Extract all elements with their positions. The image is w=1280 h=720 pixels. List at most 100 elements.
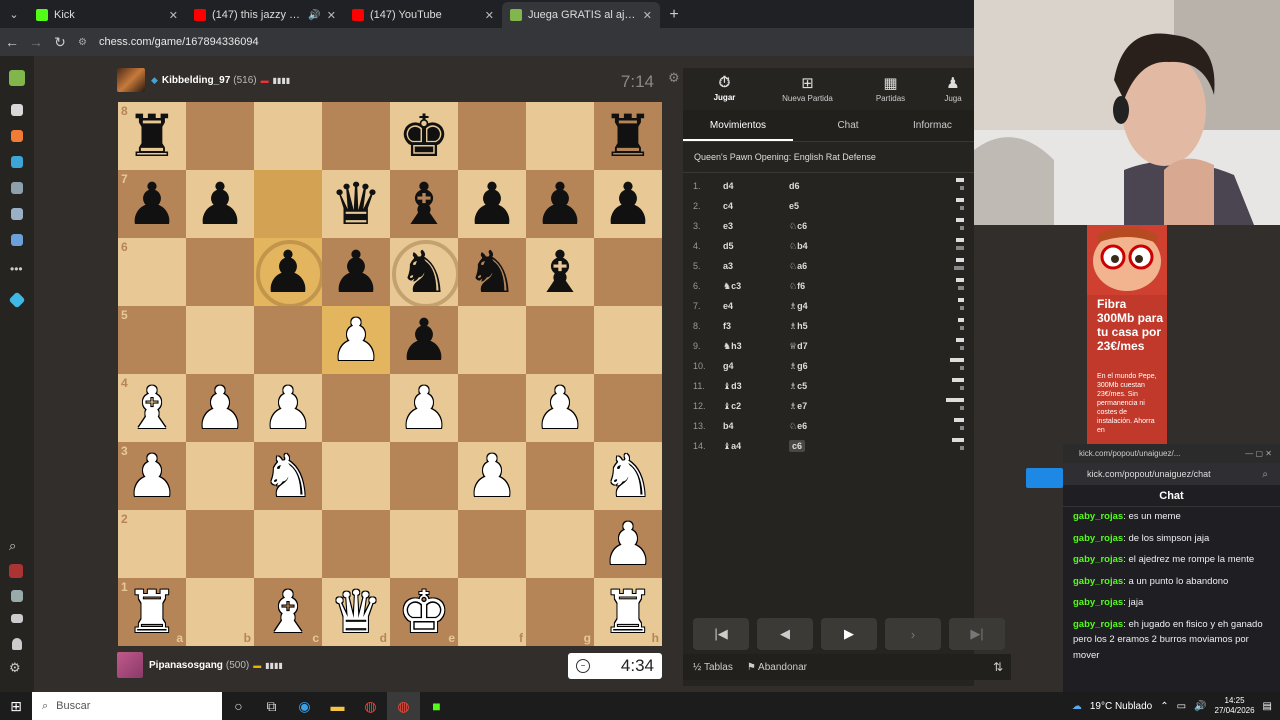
square-d7[interactable]: ♛ (322, 170, 390, 238)
square-e4[interactable]: ♟ (390, 374, 458, 442)
square-e1[interactable]: e ♚ (390, 578, 458, 646)
watch-icon[interactable] (11, 182, 23, 194)
square-a4[interactable]: 4 ♝ (118, 374, 186, 442)
white-bishop-icon[interactable]: ♝ (262, 583, 314, 641)
white-knight-icon[interactable]: ♞ (602, 447, 654, 505)
black-pawn-icon[interactable]: ♟ (466, 175, 518, 233)
white-move[interactable]: e3 (723, 221, 789, 231)
white-move[interactable]: a3 (723, 261, 789, 271)
black-move[interactable]: ♗g4 (789, 301, 849, 312)
resign-button[interactable]: ⚑ Abandonar (747, 662, 807, 673)
square-b6[interactable] (186, 238, 254, 306)
white-queen-icon[interactable]: ♛ (330, 583, 382, 641)
square-b4[interactable]: ♟ (186, 374, 254, 442)
browser-tab-chess[interactable]: Juega GRATIS al ajedrez online ✕ (502, 2, 660, 28)
square-b8[interactable] (186, 102, 254, 170)
square-e7[interactable]: ♝ (390, 170, 458, 238)
window-controls[interactable]: — ▢ ✕ (1245, 449, 1272, 458)
next-move-button[interactable]: ▶ (821, 618, 877, 650)
black-move[interactable]: ♘e6 (789, 421, 849, 432)
white-move[interactable]: c4 (723, 201, 789, 211)
kick-app-icon[interactable]: ■ (420, 692, 453, 720)
black-pawn-icon[interactable]: ♟ (534, 175, 586, 233)
white-move[interactable]: d5 (723, 241, 789, 251)
chess-logo-icon[interactable] (9, 70, 25, 86)
chevron-up-icon[interactable]: ⌃ (1160, 701, 1168, 712)
volume-icon[interactable]: 🔊 (1194, 701, 1206, 712)
speaker-icon[interactable]: 🔊 (308, 10, 320, 21)
square-a3[interactable]: 3 ♟ (118, 442, 186, 510)
black-move[interactable]: ♕d7 (789, 341, 849, 352)
tab-players[interactable]: ♟ Juga (932, 68, 974, 110)
white-pawn-icon[interactable]: ♟ (262, 379, 314, 437)
white-move[interactable]: f3 (723, 321, 789, 331)
play-icon[interactable] (11, 104, 23, 116)
diamond-icon[interactable] (8, 291, 26, 309)
white-bishop-icon[interactable]: ♝ (126, 379, 178, 437)
square-a1[interactable]: 1 a ♜ (118, 578, 186, 646)
edge-icon[interactable]: ◉ (288, 692, 321, 720)
board-settings-icon[interactable]: ⚙ (668, 70, 680, 86)
black-move[interactable]: ♗h5 (789, 321, 849, 332)
black-pawn-icon[interactable]: ♟ (262, 243, 314, 301)
square-a6[interactable]: 6 (118, 238, 186, 306)
network-icon[interactable]: ▭ (1177, 701, 1186, 712)
square-d8[interactable] (322, 102, 390, 170)
chat-username[interactable]: gaby_rojas (1073, 619, 1123, 630)
black-move[interactable]: ♘f6 (789, 281, 849, 292)
square-c7[interactable] (254, 170, 322, 238)
square-h6[interactable] (594, 238, 662, 306)
avatar[interactable] (117, 652, 143, 678)
square-f2[interactable] (458, 510, 526, 578)
white-pawn-icon[interactable]: ♟ (330, 311, 382, 369)
tab-search-icon[interactable]: ⌄ (0, 0, 28, 28)
browser-tab-youtube[interactable]: (147) YouTube ✕ (344, 2, 502, 28)
white-move[interactable]: e4 (723, 301, 789, 311)
system-clock[interactable]: 14:25 27/04/2026 (1215, 696, 1255, 716)
white-pawn-icon[interactable]: ♟ (466, 447, 518, 505)
square-a5[interactable]: 5 (118, 306, 186, 374)
black-move[interactable]: ♘b4 (789, 241, 849, 252)
white-knight-icon[interactable]: ♞ (262, 447, 314, 505)
black-move[interactable]: ♘c6 (789, 221, 849, 232)
chat-username[interactable]: gaby_rojas (1073, 576, 1123, 587)
white-move[interactable]: ♝d3 (723, 381, 789, 392)
square-f3[interactable]: ♟ (458, 442, 526, 510)
back-icon[interactable]: ← (0, 34, 24, 50)
tab-info[interactable]: Informac (903, 110, 974, 141)
black-move[interactable]: c6 (789, 440, 849, 452)
white-move[interactable]: d4 (723, 181, 789, 191)
square-c6[interactable]: ♟ (254, 238, 324, 308)
black-king-icon[interactable]: ♚ (398, 107, 450, 165)
new-tab-button[interactable]: + (660, 2, 688, 28)
tab-moves[interactable]: Movimientos (683, 110, 793, 141)
windows-start-icon[interactable]: ⊞ (0, 698, 32, 715)
news-icon[interactable] (11, 208, 23, 220)
square-g4[interactable]: ♟ (526, 374, 594, 442)
black-bishop-icon[interactable]: ♝ (534, 243, 586, 301)
chat-username[interactable]: gaby_rojas (1073, 511, 1123, 522)
close-tab-icon[interactable]: ✕ (485, 9, 494, 22)
square-b3[interactable] (186, 442, 254, 510)
mail-icon[interactable] (11, 614, 23, 623)
square-e6[interactable]: ♞ (390, 238, 460, 308)
square-d6[interactable]: ♟ (322, 238, 390, 306)
square-a8[interactable]: 8 ♜ (118, 102, 186, 170)
square-e3[interactable] (390, 442, 458, 510)
url-field[interactable]: chess.com/game/167894336094 (99, 36, 259, 48)
square-d3[interactable] (322, 442, 390, 510)
notifications-icon[interactable]: ▤ (1263, 701, 1272, 712)
draw-button[interactable]: ½ Tablas (693, 662, 733, 673)
zoom-icon[interactable]: ⌕ (1262, 469, 1268, 480)
square-h8[interactable]: ♜ (594, 102, 662, 170)
close-tab-icon[interactable]: ✕ (643, 9, 652, 22)
square-f6[interactable]: ♞ (458, 238, 526, 306)
square-c4[interactable]: ♟ (254, 374, 322, 442)
avatar[interactable] (117, 68, 145, 92)
square-c8[interactable] (254, 102, 322, 170)
square-h2[interactable]: ♟ (594, 510, 662, 578)
browser-tab-youtube-music[interactable]: (147) this jazzy dnb got you 🔊 ✕ (186, 2, 344, 28)
first-move-button[interactable]: |◀ (693, 618, 749, 650)
white-move[interactable]: g4 (723, 361, 789, 371)
square-c2[interactable] (254, 510, 322, 578)
